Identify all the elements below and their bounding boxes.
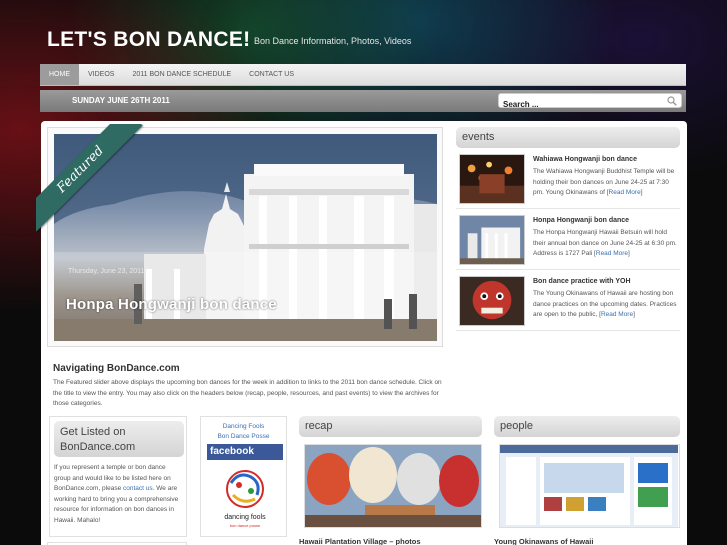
nav-item-schedule[interactable]: 2011 BON DANCE SCHEDULE bbox=[123, 64, 240, 85]
navigating-heading: Navigating BonDance.com bbox=[53, 363, 180, 374]
event-thumbnail[interactable] bbox=[459, 154, 525, 204]
read-more-link[interactable]: Read More bbox=[609, 189, 641, 196]
recap-heading[interactable]: recap bbox=[299, 416, 482, 437]
site-title[interactable]: LET'S BON DANCE! bbox=[47, 28, 250, 52]
search-icon[interactable] bbox=[667, 96, 677, 106]
dancing-fools-links: Dancing Fools Bon Dance Posse bbox=[201, 422, 286, 442]
navigating-text: The Featured slider above displays the u… bbox=[53, 379, 442, 407]
read-more-link[interactable]: Read More bbox=[601, 311, 633, 318]
get-listed-widget: Get Listed on BonDance.com If you repres… bbox=[49, 416, 187, 537]
svg-text:bon dance posse: bon dance posse bbox=[230, 523, 261, 528]
featured-ribbon: Featured bbox=[36, 124, 146, 234]
main-content: Featured Thursday, June 23, 2011 Honpa H… bbox=[36, 121, 687, 545]
featured-date: Thursday, June 23, 2011 bbox=[68, 268, 145, 275]
get-listed-heading: Get Listed on BonDance.com bbox=[54, 421, 184, 457]
recap-caption[interactable]: Hawaii Plantation Village – photos bbox=[299, 537, 482, 545]
recap-widget: recap Hawaii Plantation Village – photos bbox=[299, 416, 482, 545]
event-text: The Honpa Hongwanji Hawaii Betsuin will … bbox=[533, 229, 677, 257]
contact-us-link[interactable]: contact us bbox=[123, 485, 153, 492]
search-box bbox=[498, 93, 682, 111]
featured-slider: Featured Thursday, June 23, 2011 Honpa H… bbox=[36, 124, 443, 347]
event-thumbnail[interactable] bbox=[459, 215, 525, 265]
event-item: Bon dance practice with YOH The Young Ok… bbox=[456, 270, 680, 331]
search-input[interactable] bbox=[499, 98, 659, 111]
dancing-fools-link[interactable]: Dancing Fools bbox=[201, 422, 286, 432]
dancing-fools-logo[interactable]: dancing fools bon dance posse bbox=[217, 465, 273, 533]
events-widget: events Wahiawa Hongwanji bon dance The W… bbox=[456, 127, 680, 331]
people-image[interactable] bbox=[499, 444, 680, 528]
bon-dance-posse-link[interactable]: Bon Dance Posse bbox=[201, 432, 286, 442]
event-title[interactable]: Bon dance practice with YOH bbox=[533, 278, 631, 285]
event-thumbnail[interactable] bbox=[459, 276, 525, 326]
event-text: The Young Okinawans of Hawaii are hostin… bbox=[533, 290, 677, 318]
event-title[interactable]: Wahiawa Hongwanji bon dance bbox=[533, 156, 637, 163]
featured-title[interactable]: Honpa Hongwanji bon dance bbox=[66, 296, 277, 313]
event-item: Wahiawa Hongwanji bon dance The Wahiawa … bbox=[456, 148, 680, 209]
main-nav: HOME VIDEOS 2011 BON DANCE SCHEDULE CONT… bbox=[40, 64, 686, 86]
event-text: The Wahiawa Hongwanji Buddhist Temple wi… bbox=[533, 168, 675, 196]
featured-ribbon-label: Featured bbox=[36, 124, 143, 232]
svg-text:dancing fools: dancing fools bbox=[224, 514, 266, 521]
current-date: SUNDAY JUNE 26TH 2011 bbox=[72, 96, 170, 105]
facebook-badge[interactable]: facebook bbox=[207, 444, 283, 460]
people-widget: people Young Okinawans of Hawaii bbox=[494, 416, 680, 545]
read-more-link[interactable]: Read More bbox=[596, 250, 628, 257]
event-title[interactable]: Honpa Hongwanji bon dance bbox=[533, 217, 629, 224]
nav-item-contact[interactable]: CONTACT US bbox=[240, 64, 303, 85]
recap-image[interactable] bbox=[304, 444, 482, 528]
events-heading[interactable]: events bbox=[456, 127, 680, 148]
people-caption[interactable]: Young Okinawans of Hawaii bbox=[494, 537, 680, 545]
date-bar: SUNDAY JUNE 26TH 2011 bbox=[40, 90, 686, 112]
site-description: Bon Dance Information, Photos, Videos bbox=[254, 36, 412, 46]
nav-item-videos[interactable]: VIDEOS bbox=[79, 64, 123, 85]
get-listed-text: If you represent a temple or bon dance g… bbox=[54, 464, 179, 524]
event-item: Honpa Hongwanji bon dance The Honpa Hong… bbox=[456, 209, 680, 270]
dancing-fools-widget: Dancing Fools Bon Dance Posse facebook d… bbox=[200, 416, 287, 537]
nav-item-home[interactable]: HOME bbox=[40, 64, 79, 85]
people-heading[interactable]: people bbox=[494, 416, 680, 437]
